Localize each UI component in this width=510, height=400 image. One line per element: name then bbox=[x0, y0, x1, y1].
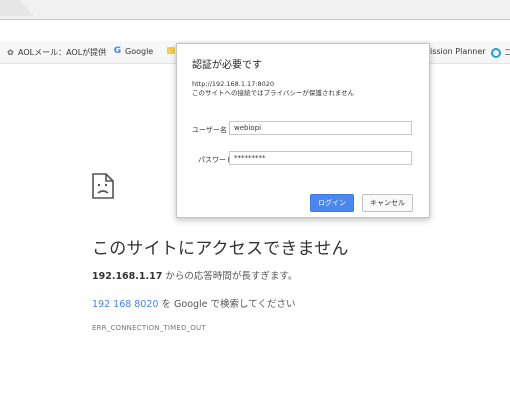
toolbar bbox=[0, 20, 510, 57]
error-search-text: を Google で検索してください bbox=[158, 299, 296, 310]
bookmark-mission-planner[interactable]: ission Planner bbox=[430, 47, 486, 56]
error-timeout-text: からの応答時間が長すぎます。 bbox=[162, 271, 298, 282]
username-field[interactable]: webiopi bbox=[229, 121, 412, 135]
dialog-title: 認証が必要です bbox=[192, 60, 262, 71]
aol-icon: ✿ bbox=[7, 48, 14, 57]
bookmark-google[interactable]: G Google bbox=[113, 46, 154, 57]
google-icon: G bbox=[113, 46, 122, 56]
folder-icon bbox=[167, 47, 175, 54]
error-timeout-message: 192.168.1.17 からの応答時間が長すぎます。 bbox=[92, 268, 297, 282]
password-field[interactable]: ********* bbox=[229, 151, 412, 165]
bookmark-next[interactable]: コ bbox=[491, 47, 510, 58]
sad-page-icon bbox=[92, 173, 114, 199]
bookmark-label: AOLメール：AOLが提供 bbox=[18, 48, 107, 57]
bookmark-aol[interactable]: ✿ AOLメール：AOLが提供 bbox=[6, 47, 106, 58]
dialog-privacy-note: このサイトへの接続ではプライバシーが保護されません bbox=[192, 89, 355, 97]
bookmark-label: ission Planner bbox=[430, 47, 486, 56]
browser-tab[interactable] bbox=[0, 0, 33, 16]
tab-strip bbox=[0, 0, 510, 20]
auth-dialog: 認証が必要です http://192.168.1.17:8020 このサイトへの… bbox=[176, 43, 430, 218]
error-host: 192.168.1.17 bbox=[92, 271, 163, 282]
bookmark-label: コ bbox=[504, 48, 510, 57]
error-code: ERR_CONNECTION_TIMED_OUT bbox=[92, 324, 206, 332]
bookmark-folder[interactable] bbox=[167, 47, 175, 54]
dialog-url: http://192.168.1.17:8020 bbox=[192, 80, 275, 88]
error-title: このサイトにアクセスできません bbox=[92, 239, 349, 259]
circle-icon bbox=[491, 47, 501, 58]
error-search-suggestion: 192 168 8020 を Google で検索してください bbox=[92, 296, 295, 310]
dialog-description: http://192.168.1.17:8020 このサイトへの接続ではプライバ… bbox=[192, 80, 354, 98]
cancel-button[interactable]: キャンセル bbox=[362, 194, 413, 212]
login-button[interactable]: ログイン bbox=[310, 194, 354, 212]
bookmark-label: Google bbox=[125, 47, 154, 56]
password-label: パスワード bbox=[198, 156, 233, 164]
username-label: ユーザー名 bbox=[192, 126, 227, 134]
google-search-link[interactable]: 192 168 8020 bbox=[92, 299, 158, 310]
